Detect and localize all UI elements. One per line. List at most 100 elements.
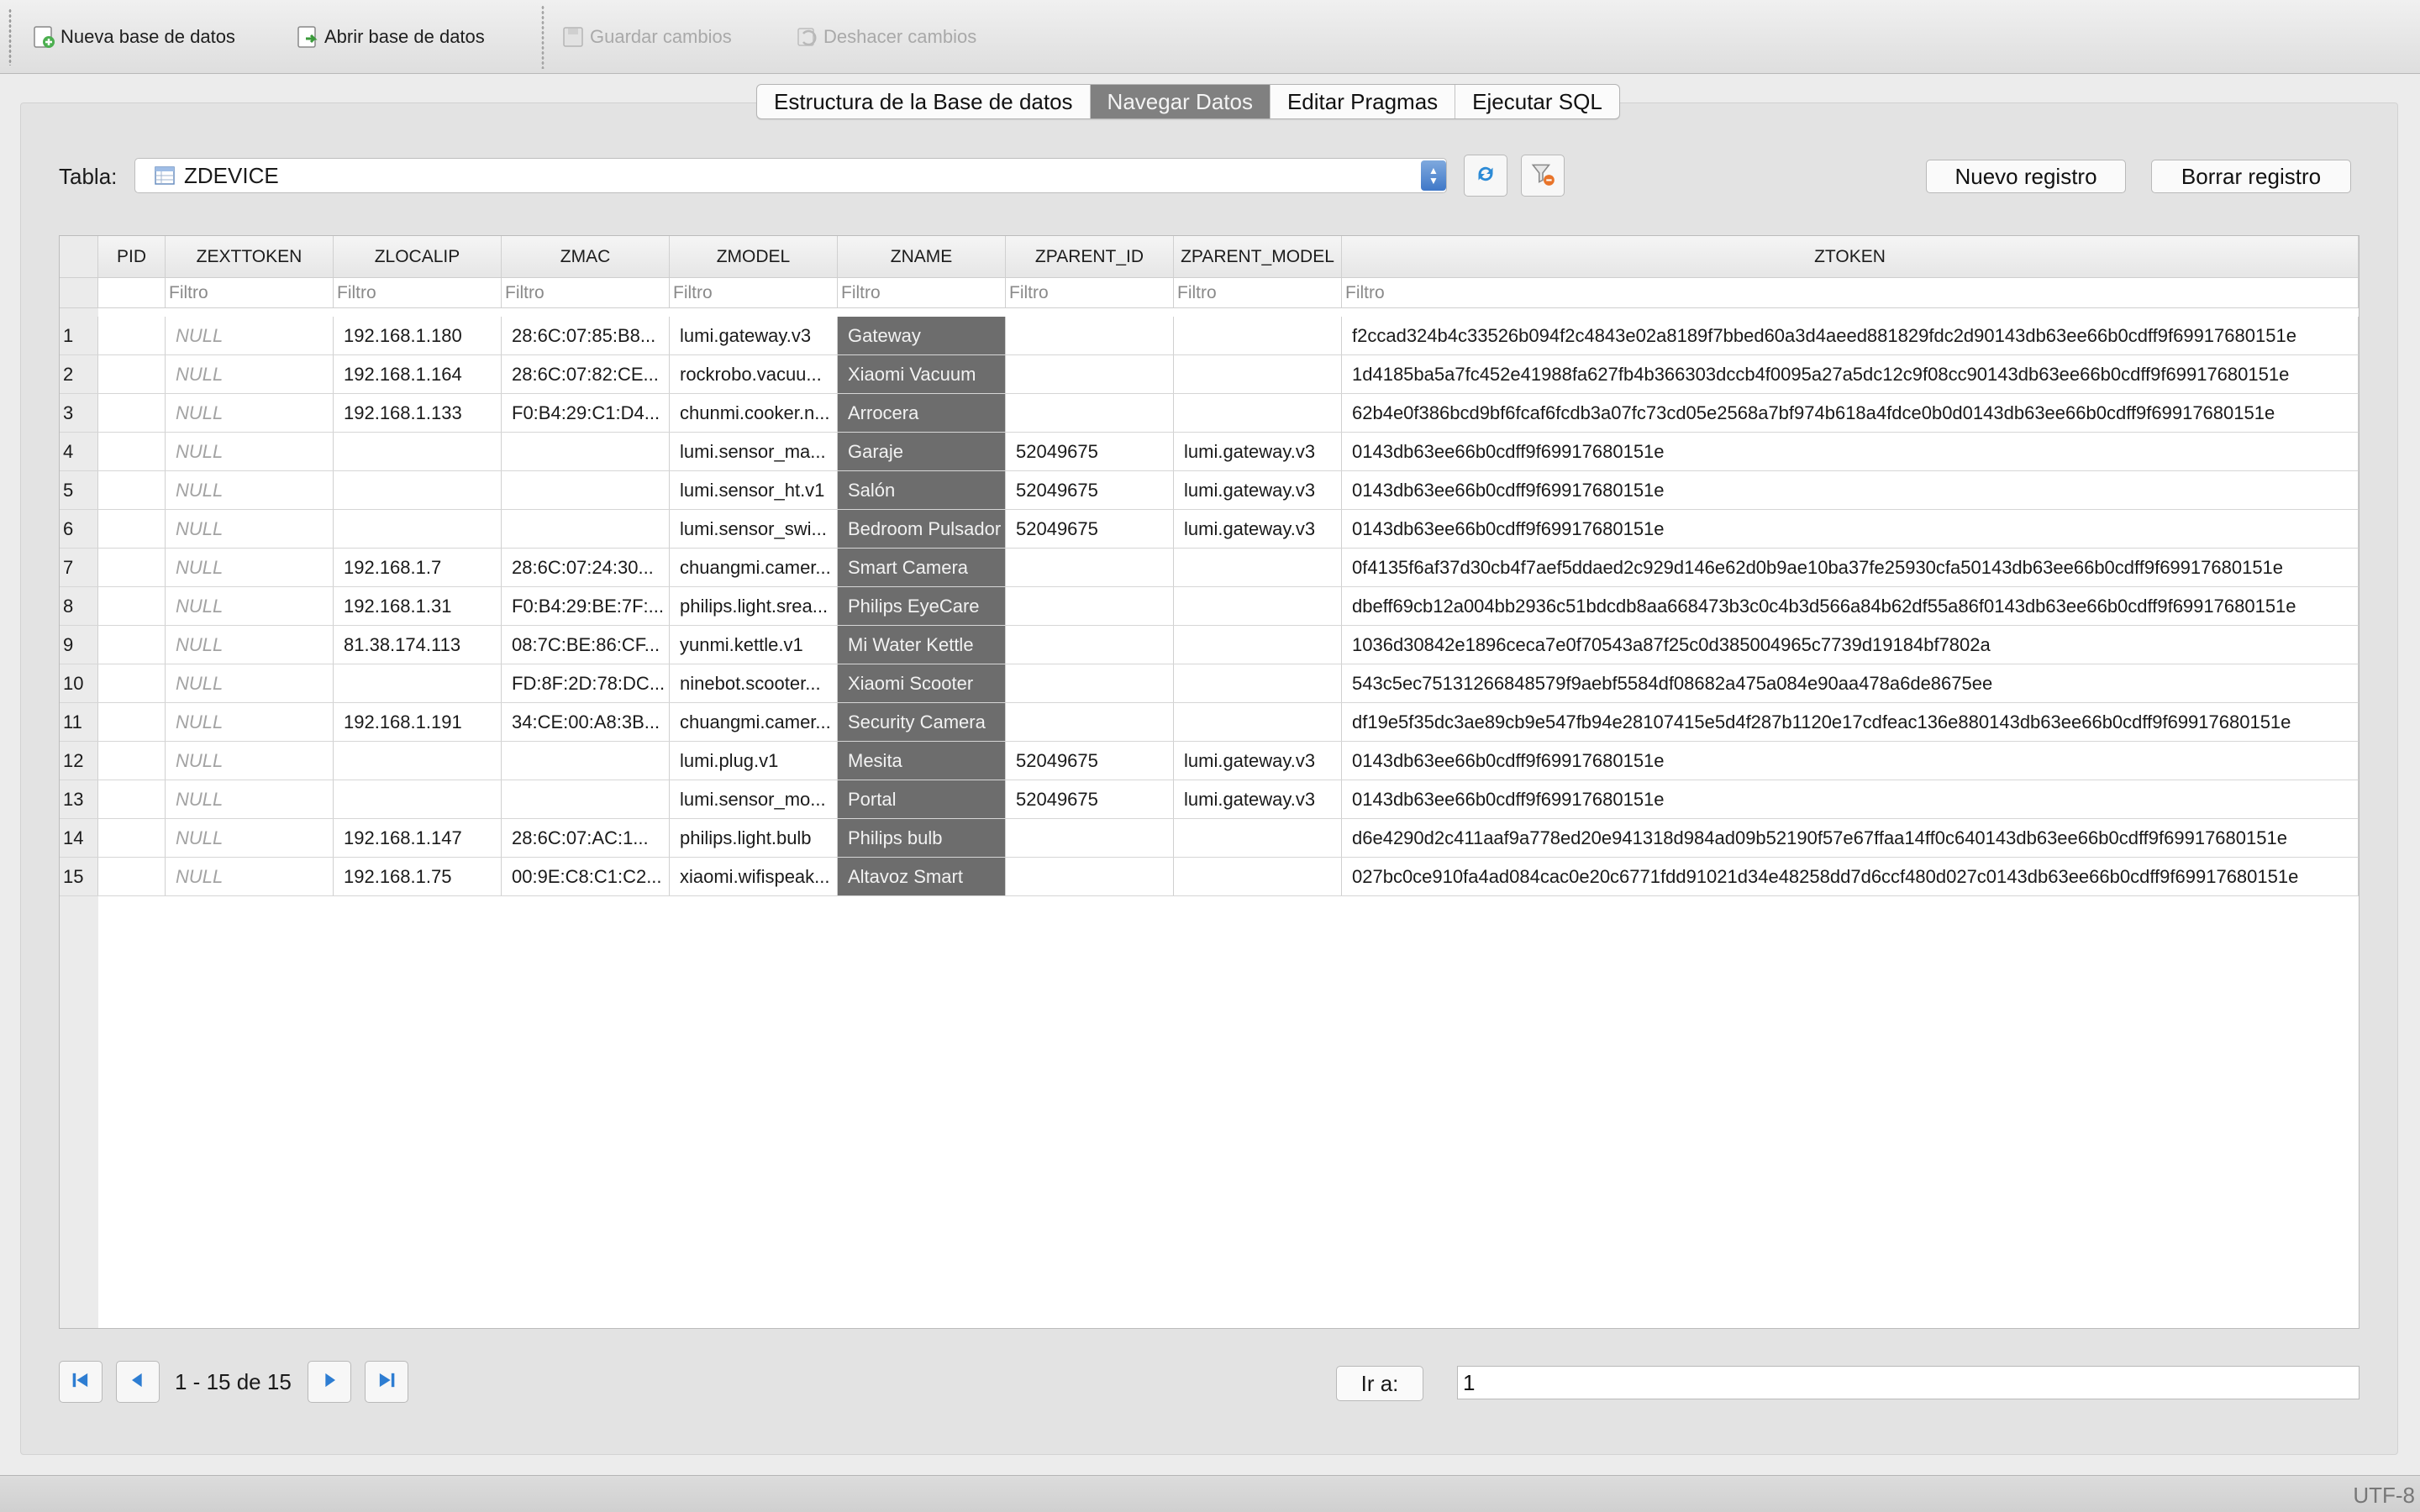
cell-zname[interactable]: Portal — [838, 780, 1006, 818]
cell-zname[interactable]: Xiaomi Scooter — [838, 664, 1006, 702]
cell-zmodel[interactable]: chunmi.cooker.n... — [670, 394, 838, 432]
cell-zparent-model[interactable] — [1174, 549, 1342, 586]
table-row[interactable]: 1 NULL 192.168.1.180 28:6C:07:85:B8... lumi.… — [60, 317, 2359, 355]
filter-pid[interactable] — [98, 278, 166, 308]
table-row[interactable]: 11 NULL 192.168.1.191 34:CE:00:A8:3B... chua… — [60, 703, 2359, 742]
cell-zparent-id[interactable]: 52049675 — [1006, 433, 1174, 470]
cell-zparent-id[interactable] — [1006, 587, 1174, 625]
cell-pid[interactable] — [98, 433, 166, 470]
cell-zname[interactable]: Bedroom Pulsador — [838, 510, 1006, 548]
toolbar-grip[interactable] — [8, 8, 12, 66]
filter-zname[interactable] — [838, 278, 1006, 308]
cell-zlocalip[interactable] — [334, 433, 502, 470]
row-number[interactable]: 1 — [60, 317, 98, 354]
cell-zlocalip[interactable] — [334, 742, 502, 780]
cell-zparent-model[interactable] — [1174, 587, 1342, 625]
cell-zlocalip[interactable]: 192.168.1.180 — [334, 317, 502, 354]
filter-zexttoken[interactable] — [166, 278, 334, 308]
cell-zmac[interactable]: 34:CE:00:A8:3B... — [502, 703, 670, 741]
table-row[interactable]: 6 NULL lumi.sensor_swi... Bedroom Pulsador 5… — [60, 510, 2359, 549]
column-header-zparent-model[interactable]: ZPARENT_MODEL — [1174, 236, 1342, 278]
cell-zmodel[interactable]: ninebot.scooter... — [670, 664, 838, 702]
cell-zexttoken[interactable]: NULL — [166, 819, 334, 857]
cell-pid[interactable] — [98, 317, 166, 354]
cell-zmodel[interactable]: yunmi.kettle.v1 — [670, 626, 838, 664]
cell-zparent-id[interactable] — [1006, 317, 1174, 354]
cell-ztoken[interactable]: 0143db63ee66b0cdff9f69917680151e — [1342, 510, 2359, 548]
row-number[interactable]: 14 — [60, 819, 98, 857]
column-header-zmodel[interactable]: ZMODEL — [670, 236, 838, 278]
cell-zexttoken[interactable]: NULL — [166, 394, 334, 432]
cell-zname[interactable]: Xiaomi Vacuum — [838, 355, 1006, 393]
cell-ztoken[interactable]: 0143db63ee66b0cdff9f69917680151e — [1342, 471, 2359, 509]
cell-zmodel[interactable]: philips.light.srea... — [670, 587, 838, 625]
row-number[interactable]: 3 — [60, 394, 98, 432]
cell-pid[interactable] — [98, 858, 166, 895]
new-database-button[interactable]: Nueva base de datos — [30, 20, 235, 54]
cell-zparent-id[interactable] — [1006, 394, 1174, 432]
table-row[interactable]: 3 NULL 192.168.1.133 F0:B4:29:C1:D4... chunm… — [60, 394, 2359, 433]
row-number[interactable]: 5 — [60, 471, 98, 509]
table-row[interactable]: 15 NULL 192.168.1.75 00:9E:C8:C1:C2... xiaom… — [60, 858, 2359, 896]
cell-zexttoken[interactable]: NULL — [166, 626, 334, 664]
column-header-zexttoken[interactable]: ZEXTTOKEN — [166, 236, 334, 278]
cell-pid[interactable] — [98, 355, 166, 393]
row-number[interactable]: 11 — [60, 703, 98, 741]
column-header-ztoken[interactable]: ZTOKEN — [1342, 236, 2359, 278]
cell-zparent-model[interactable]: lumi.gateway.v3 — [1174, 433, 1342, 470]
tab-database-structure[interactable]: Estructura de la Base de datos — [757, 85, 1091, 118]
filter-input[interactable] — [1345, 282, 2354, 303]
filter-zmodel[interactable] — [670, 278, 838, 308]
cell-ztoken[interactable]: 543c5ec75131266848579f9aebf5584df08682a4… — [1342, 664, 2359, 702]
cell-zmodel[interactable]: lumi.sensor_ht.v1 — [670, 471, 838, 509]
cell-zname[interactable]: Salón — [838, 471, 1006, 509]
table-row[interactable]: 9 NULL 81.38.174.113 08:7C:BE:86:CF... yunmi… — [60, 626, 2359, 664]
column-header-pid[interactable]: PID — [98, 236, 166, 278]
filter-input[interactable] — [1009, 282, 1170, 303]
cell-zname[interactable]: Garaje — [838, 433, 1006, 470]
filter-input[interactable] — [841, 282, 1002, 303]
table-row[interactable]: 5 NULL lumi.sensor_ht.v1 Salón 52049675 lumi.… — [60, 471, 2359, 510]
filter-input[interactable] — [505, 282, 666, 303]
clear-filters-button[interactable] — [1521, 155, 1565, 197]
cell-zname[interactable]: Mesita — [838, 742, 1006, 780]
column-header-zparent-id[interactable]: ZPARENT_ID — [1006, 236, 1174, 278]
cell-zlocalip[interactable]: 192.168.1.164 — [334, 355, 502, 393]
cell-zname[interactable]: Smart Camera — [838, 549, 1006, 586]
cell-zparent-id[interactable]: 52049675 — [1006, 780, 1174, 818]
column-header-zlocalip[interactable]: ZLOCALIP — [334, 236, 502, 278]
cell-zexttoken[interactable]: NULL — [166, 780, 334, 818]
refresh-button[interactable] — [1464, 155, 1507, 197]
cell-zparent-model[interactable] — [1174, 664, 1342, 702]
cell-zparent-model[interactable] — [1174, 703, 1342, 741]
cell-zexttoken[interactable]: NULL — [166, 317, 334, 354]
first-page-button[interactable] — [59, 1361, 103, 1403]
cell-zlocalip[interactable]: 81.38.174.113 — [334, 626, 502, 664]
cell-pid[interactable] — [98, 587, 166, 625]
cell-zparent-id[interactable]: 52049675 — [1006, 471, 1174, 509]
cell-pid[interactable] — [98, 664, 166, 702]
filter-ztoken[interactable] — [1342, 278, 2359, 308]
cell-zname[interactable]: Altavoz Smart — [838, 858, 1006, 895]
cell-zparent-id[interactable] — [1006, 819, 1174, 857]
cell-zlocalip[interactable]: 192.168.1.31 — [334, 587, 502, 625]
cell-zexttoken[interactable]: NULL — [166, 433, 334, 470]
cell-zparent-id[interactable] — [1006, 549, 1174, 586]
table-select[interactable]: ZDEVICE ▲ ▼ — [134, 158, 1447, 193]
cell-pid[interactable] — [98, 819, 166, 857]
filter-zlocalip[interactable] — [334, 278, 502, 308]
cell-zmodel[interactable]: lumi.sensor_mo... — [670, 780, 838, 818]
cell-zname[interactable]: Arrocera — [838, 394, 1006, 432]
cell-zname[interactable]: Philips EyeCare — [838, 587, 1006, 625]
cell-zlocalip[interactable] — [334, 471, 502, 509]
cell-zmodel[interactable]: lumi.sensor_swi... — [670, 510, 838, 548]
cell-zlocalip[interactable]: 192.168.1.133 — [334, 394, 502, 432]
column-header-zname[interactable]: ZNAME — [838, 236, 1006, 278]
cell-zmac[interactable]: F0:B4:29:BE:7F:... — [502, 587, 670, 625]
table-row[interactable]: 12 NULL lumi.plug.v1 Mesita 52049675 lumi.gat… — [60, 742, 2359, 780]
cell-zname[interactable]: Security Camera — [838, 703, 1006, 741]
cell-zlocalip[interactable] — [334, 664, 502, 702]
tab-edit-pragmas[interactable]: Editar Pragmas — [1270, 85, 1456, 118]
cell-zname[interactable]: Philips bulb — [838, 819, 1006, 857]
cell-zlocalip[interactable]: 192.168.1.7 — [334, 549, 502, 586]
